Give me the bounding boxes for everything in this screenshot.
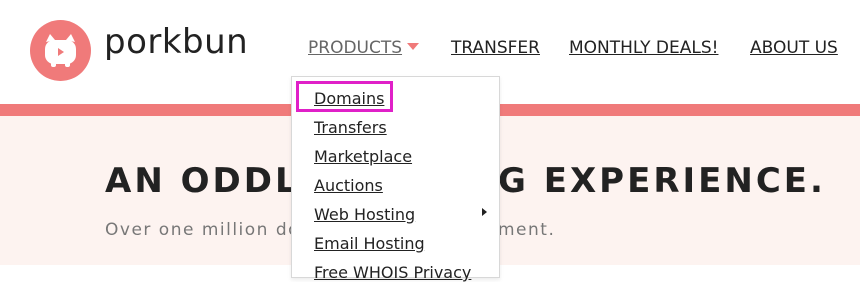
nav-transfer[interactable]: TRANSFER [451,38,540,58]
pig-icon[interactable] [30,20,91,81]
brand-name[interactable]: porkbun [104,22,248,62]
dropdown-item-marketplace[interactable]: Marketplace [314,147,412,166]
hero-subtitle-left: Over one million do [105,220,301,240]
hero-headline-right: G EXPERIENCE. [498,161,826,201]
nav-products-label: PRODUCTS [308,38,403,58]
dropdown-item-web-hosting[interactable]: Web Hosting [314,205,415,224]
dropdown-item-auctions[interactable]: Auctions [314,176,383,195]
nav-about-us[interactable]: ABOUT US [750,38,838,58]
dropdown-item-transfers[interactable]: Transfers [314,118,387,137]
products-dropdown: Domains Transfers Marketplace Auctions W… [291,76,500,282]
nav-monthly-deals[interactable]: MONTHLY DEALS! [569,38,718,58]
dropdown-item-whois-privacy[interactable]: Free WHOIS Privacy [314,263,471,282]
chevron-right-icon [482,208,487,216]
dropdown-item-email-hosting[interactable]: Email Hosting [314,234,425,253]
caret-down-icon [407,42,420,50]
hero-headline-left: AN ODDLY [105,161,322,201]
nav-products[interactable]: PRODUCTS [308,38,420,58]
dropdown-item-domains[interactable]: Domains [314,89,384,108]
hero-subtitle-right: ment. [498,220,556,240]
